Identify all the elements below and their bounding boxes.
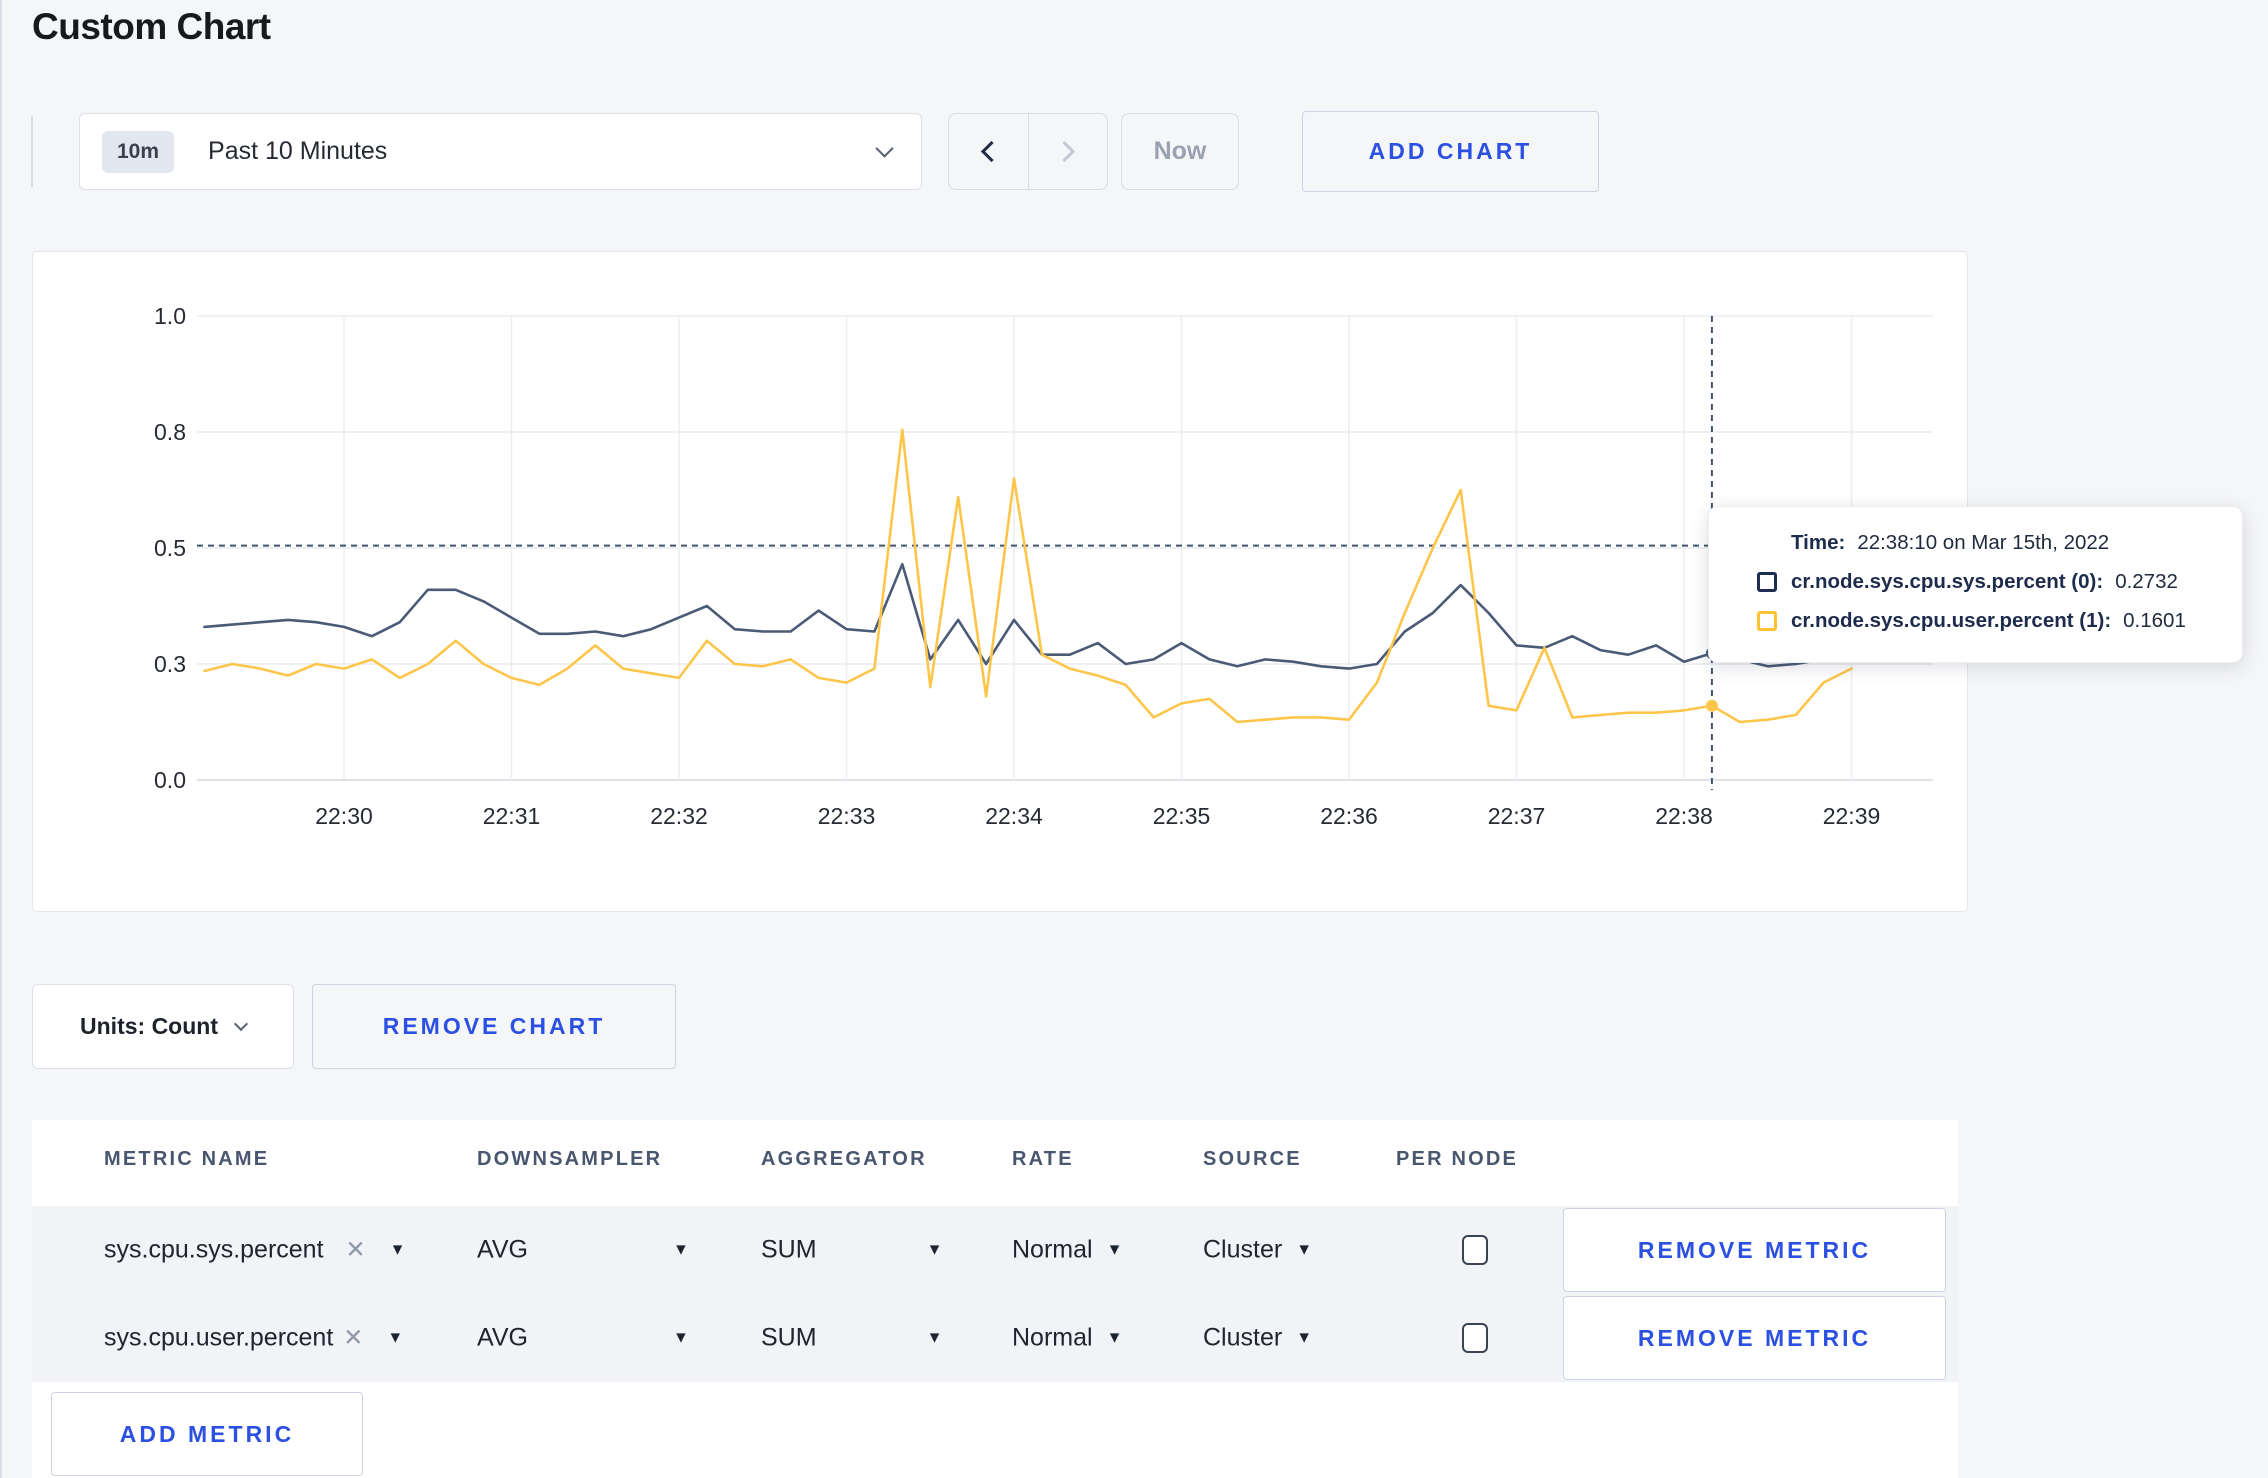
time-range-select[interactable]: 10m Past 10 Minutes (79, 113, 922, 190)
source-dropdown[interactable]: Cluster ▼ (1203, 1324, 1312, 1353)
units-label: Units: Count (80, 1013, 218, 1039)
col-header-rate: RATE (1012, 1148, 1074, 1170)
toolbar-divider (31, 116, 33, 187)
col-header-aggregator: AGGREGATOR (761, 1148, 927, 1170)
time-range-badge: 10m (102, 130, 175, 173)
tooltip-time-value: 22:38:10 on Mar 15th, 2022 (1857, 531, 2110, 554)
caret-down-icon: ▼ (1296, 1241, 1313, 1258)
chevron-right-icon (1054, 140, 1076, 163)
aggregator-dropdown[interactable]: SUM ▼ (761, 1324, 942, 1353)
svg-text:0.8: 0.8 (154, 419, 186, 445)
metric-name-dropdown[interactable]: sys.cpu.user.percent ✕ ▼ (104, 1324, 403, 1353)
svg-text:22:36: 22:36 (1320, 803, 1378, 829)
col-header-downsampler: DOWNSAMPLER (477, 1148, 663, 1170)
next-range-button[interactable] (1029, 114, 1108, 189)
now-button[interactable]: Now (1121, 113, 1239, 190)
caret-down-icon: ▼ (1106, 1241, 1123, 1258)
metric-rows: sys.cpu.sys.percent ✕ ▼ AVG ▼ SUM ▼ Norm… (32, 1206, 1958, 1382)
series-swatch-user-icon (1757, 611, 1777, 631)
page-title: Custom Chart (32, 6, 271, 47)
svg-text:1.0: 1.0 (154, 303, 186, 329)
prev-range-button[interactable] (949, 114, 1029, 189)
svg-text:22:38: 22:38 (1655, 803, 1713, 829)
caret-down-icon: ▼ (389, 1241, 406, 1258)
chart-tooltip: Time: 22:38:10 on Mar 15th, 2022 cr.node… (1708, 506, 2243, 663)
tooltip-series-sys-label: cr.node.sys.cpu.sys.percent (0): (1791, 570, 2104, 593)
svg-text:0.3: 0.3 (154, 651, 186, 677)
clear-metric-icon[interactable]: ✕ (343, 1324, 363, 1353)
time-pager (948, 113, 1108, 190)
caret-down-icon: ▼ (1106, 1329, 1123, 1346)
chevron-down-icon (233, 1016, 249, 1031)
svg-text:0.5: 0.5 (154, 535, 186, 561)
caret-down-icon: ▼ (672, 1329, 689, 1346)
aggregator-value: SUM (761, 1323, 817, 1352)
aggregator-value: SUM (761, 1235, 817, 1264)
caret-down-icon: ▼ (672, 1241, 689, 1258)
source-value: Cluster (1203, 1323, 1283, 1352)
svg-text:0.0: 0.0 (154, 767, 186, 793)
svg-text:22:37: 22:37 (1488, 803, 1546, 829)
tooltip-time-label: Time: (1791, 531, 1846, 554)
remove-metric-button[interactable]: REMOVE METRIC (1563, 1208, 1946, 1292)
metrics-table: METRIC NAME DOWNSAMPLER AGGREGATOR RATE … (32, 1120, 1958, 1478)
svg-text:22:33: 22:33 (818, 803, 876, 829)
tooltip-series-user-value: 0.1601 (2123, 609, 2186, 632)
tooltip-series-sys-value: 0.2732 (2115, 570, 2178, 593)
svg-text:22:35: 22:35 (1153, 803, 1211, 829)
rate-dropdown[interactable]: Normal ▼ (1012, 1236, 1122, 1265)
caret-down-icon: ▼ (1296, 1329, 1313, 1346)
series-swatch-sys-icon (1757, 572, 1777, 592)
remove-metric-button[interactable]: REMOVE METRIC (1563, 1296, 1946, 1380)
downsampler-value: AVG (477, 1235, 528, 1264)
source-dropdown[interactable]: Cluster ▼ (1203, 1236, 1312, 1265)
col-header-metric-name: METRIC NAME (104, 1148, 270, 1170)
clear-metric-icon[interactable]: ✕ (346, 1236, 366, 1265)
time-range-label: Past 10 Minutes (208, 137, 388, 165)
source-value: Cluster (1203, 1235, 1283, 1264)
svg-text:22:30: 22:30 (315, 803, 373, 829)
col-header-source: SOURCE (1203, 1148, 1302, 1170)
svg-text:22:32: 22:32 (650, 803, 708, 829)
rate-value: Normal (1012, 1323, 1093, 1352)
units-select[interactable]: Units: Count (32, 984, 294, 1069)
aggregator-dropdown[interactable]: SUM ▼ (761, 1236, 942, 1265)
chevron-down-icon (875, 139, 894, 158)
downsampler-dropdown[interactable]: AVG ▼ (477, 1236, 689, 1265)
cpu-usage-chart[interactable]: 0.0 0.3 0.5 0.8 1.0 22:30 22:31 22:32 22:33 22:34… (33, 252, 1969, 913)
col-header-per-node: PER NODE (1396, 1148, 1519, 1170)
table-row: sys.cpu.sys.percent ✕ ▼ AVG ▼ SUM ▼ Norm… (32, 1206, 1958, 1294)
remove-chart-button[interactable]: REMOVE CHART (312, 984, 676, 1069)
chart-card: 0.0 0.3 0.5 0.8 1.0 22:30 22:31 22:32 22:33 22:34… (32, 251, 1968, 912)
metric-name-dropdown[interactable]: sys.cpu.sys.percent ✕ ▼ (104, 1236, 405, 1265)
caret-down-icon: ▼ (926, 1241, 943, 1258)
downsampler-dropdown[interactable]: AVG ▼ (477, 1324, 689, 1353)
metric-name-value: sys.cpu.user.percent (104, 1323, 334, 1352)
per-node-checkbox[interactable] (1462, 1323, 1488, 1353)
svg-text:22:34: 22:34 (985, 803, 1043, 829)
table-row: sys.cpu.user.percent ✕ ▼ AVG ▼ SUM ▼ Nor… (32, 1294, 1958, 1382)
tooltip-series-user-label: cr.node.sys.cpu.user.percent (1): (1791, 609, 2112, 632)
svg-text:22:39: 22:39 (1823, 803, 1881, 829)
caret-down-icon: ▼ (926, 1329, 943, 1346)
svg-text:22:31: 22:31 (483, 803, 541, 829)
rate-dropdown[interactable]: Normal ▼ (1012, 1324, 1122, 1353)
add-metric-button[interactable]: ADD METRIC (51, 1392, 363, 1476)
rate-value: Normal (1012, 1235, 1093, 1264)
chevron-left-icon (980, 140, 1002, 163)
caret-down-icon: ▼ (387, 1329, 404, 1346)
per-node-checkbox[interactable] (1462, 1235, 1488, 1265)
downsampler-value: AVG (477, 1323, 528, 1352)
add-chart-button[interactable]: ADD CHART (1302, 111, 1599, 192)
metric-name-value: sys.cpu.sys.percent (104, 1235, 324, 1264)
